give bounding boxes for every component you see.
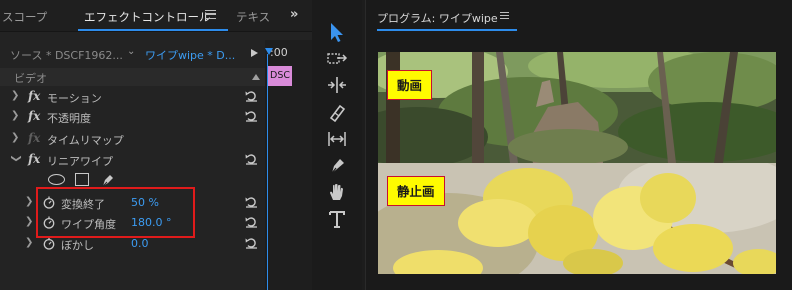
source-sequence-row: ソース * DSCF1962... ⌄ ワイプwipe * D... [0,43,265,63]
play-only-clip-audio-button[interactable] [251,49,258,57]
param-label: ぼかし [61,239,94,252]
selection-tool-icon[interactable] [324,21,348,43]
playhead-line [267,54,268,290]
slip-tool-icon[interactable] [326,129,348,149]
effect-label: タイムリマップ [47,134,124,147]
effect-row-linear-wipe[interactable]: ❯ fx リニアワイプ [0,150,265,170]
ellipse-mask-icon[interactable] [48,174,65,185]
ripple-edit-tool-icon[interactable] [326,75,348,95]
effect-row-time-remap[interactable]: ❯ fx タイムリマップ [0,129,265,149]
stopwatch-icon[interactable] [43,237,55,250]
effect-timeline[interactable]: :00 DSC [265,40,312,290]
active-tab-indicator [78,29,228,31]
fx-icon[interactable]: fx [28,89,40,103]
program-monitor-panel: プログラム: ワイプwipe 動画 静止画 [365,0,792,290]
video-caption: 動画 [387,70,433,100]
video-header-label: ビデオ [14,72,47,85]
param-value[interactable]: 0.0 [131,237,149,250]
reset-icon[interactable] [245,110,258,122]
expand-arrow-icon[interactable]: ❯ [11,90,19,101]
reset-icon[interactable] [245,216,258,228]
pen-tool-icon[interactable] [326,155,348,175]
expand-arrow-icon[interactable]: ❯ [11,132,19,143]
active-tab-indicator [377,29,517,31]
fx-icon: fx [28,131,41,145]
tools-panel [312,0,362,290]
effect-label: 不透明度 [47,112,91,125]
reset-icon[interactable] [245,153,258,165]
mask-tools [48,172,128,188]
fx-icon[interactable]: fx [28,152,40,166]
effect-row-motion[interactable]: ❯ fx モーション [0,87,265,107]
tab-effect-controls[interactable]: エフェクトコントロール [84,9,211,25]
tab-scopes[interactable]: スコープ [2,9,47,25]
program-video-frame[interactable]: 動画 静止画 [378,52,776,274]
fx-icon[interactable]: fx [28,109,40,123]
expand-arrow-icon[interactable]: ❯ [25,216,33,227]
expand-arrow-icon[interactable]: ❯ [11,110,19,121]
panel-menu-icon[interactable] [500,12,509,19]
still-image-caption: 静止画 [387,176,445,206]
effect-controls-panel: スコープ エフェクトコントロール テキス » ソース * DSCF1962...… [0,0,312,290]
video-clip-image [378,52,776,163]
tab-text[interactable]: テキス [236,9,270,25]
collapse-arrow-icon[interactable]: ❯ [11,154,22,162]
sequence-clip-label[interactable]: ワイプwipe * D... [145,47,235,63]
effect-label: リニアワイプ [47,155,113,168]
program-monitor-title[interactable]: プログラム: ワイプwipe [377,10,498,26]
type-tool-icon[interactable] [326,209,348,229]
expand-arrow-icon[interactable]: ❯ [25,196,33,207]
timeline-clip[interactable]: DSC [268,66,292,86]
reset-icon[interactable] [245,237,258,249]
hand-tool-icon[interactable] [326,182,348,202]
panel-tab-bar: スコープ エフェクトコントロール テキス » [0,0,312,32]
reset-icon[interactable] [245,196,258,208]
rectangle-mask-icon[interactable] [75,173,89,186]
effect-label: モーション [47,92,102,105]
highlight-annotation-box [36,187,195,238]
overflow-tabs-button[interactable]: » [290,7,298,22]
effect-row-opacity[interactable]: ❯ fx 不透明度 [0,107,265,127]
collapse-up-icon[interactable] [252,74,260,80]
chevron-down-icon[interactable]: ⌄ [127,46,135,57]
source-clip-label[interactable]: ソース * DSCF1962... [10,47,123,63]
monitor-bottom-strip [366,274,792,290]
expand-arrow-icon[interactable]: ❯ [25,237,33,248]
pen-mask-icon[interactable] [100,172,116,188]
video-effects-header: ビデオ [0,68,265,86]
razor-tool-icon[interactable] [326,102,348,122]
panel-menu-icon[interactable] [205,10,216,19]
reset-icon[interactable] [245,90,258,102]
track-select-forward-tool-icon[interactable] [326,50,348,70]
